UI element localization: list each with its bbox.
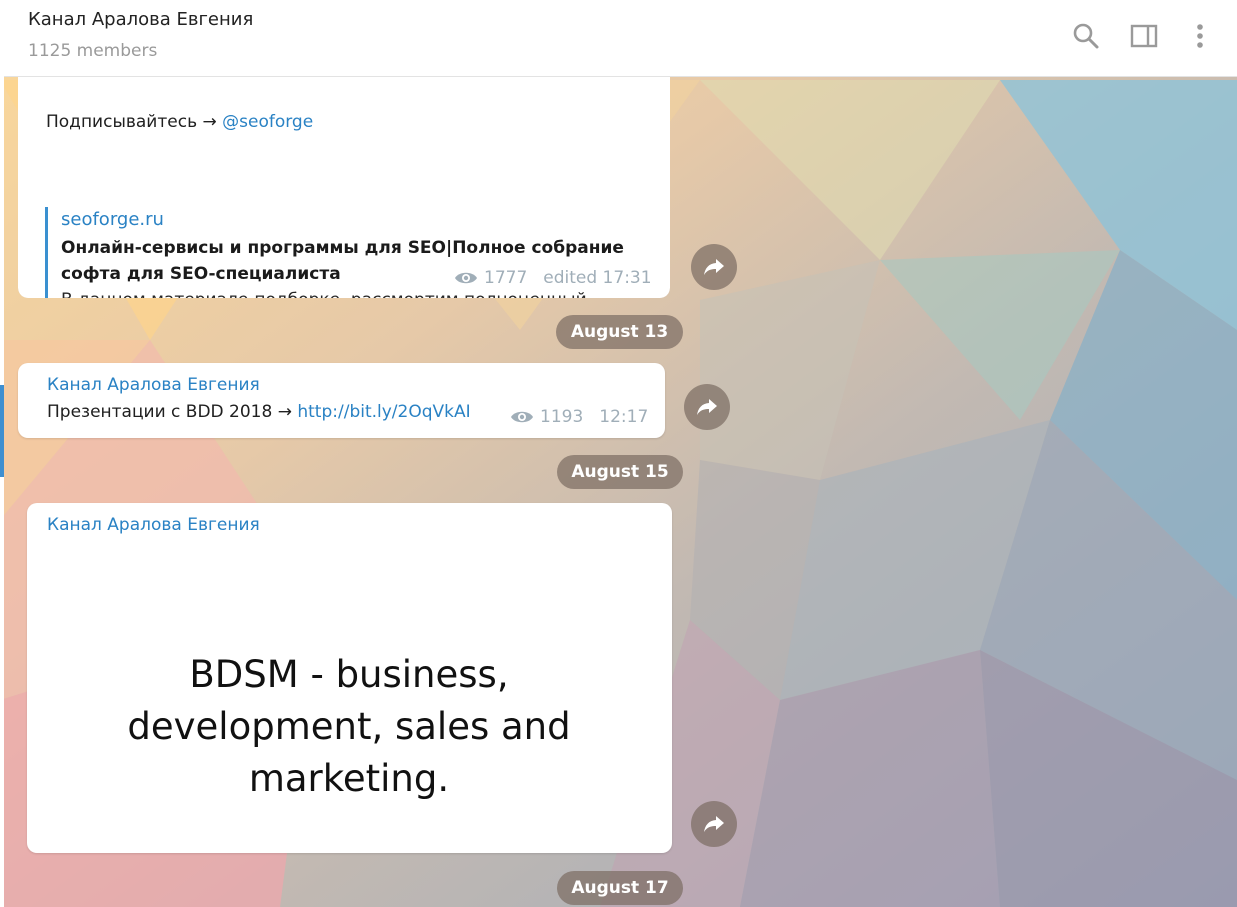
message-bubble: Канал Аралова Евгения BDSM - business, d… xyxy=(27,503,672,853)
views-count: 1777 xyxy=(484,268,528,288)
url-link[interactable]: http://bit.ly/2OqVkAI xyxy=(297,402,470,422)
sidebar-toggle-icon[interactable] xyxy=(1129,20,1159,52)
message-time: edited 17:31 xyxy=(543,268,652,288)
message-meta: 1777 edited 17:31 xyxy=(454,268,652,288)
channel-member-count: 1125 members xyxy=(28,41,158,61)
views-count: 1193 xyxy=(540,407,584,427)
message-text: Презентации с BDD 2018 → http://bit.ly/2… xyxy=(47,402,471,422)
mention-link[interactable]: @seoforge xyxy=(222,112,313,132)
preview-site-name[interactable]: seoforge.ru xyxy=(61,209,164,230)
date-separator: August 15 xyxy=(557,455,683,489)
message-author[interactable]: Канал Аралова Евгения xyxy=(47,375,260,395)
message-text-prefix: Подписывайтесь → xyxy=(46,112,223,132)
share-button[interactable] xyxy=(691,244,737,290)
message-text: Подписывайтесь → @seoforge xyxy=(46,112,313,132)
share-button[interactable] xyxy=(684,384,730,430)
search-icon[interactable] xyxy=(1071,20,1101,52)
share-arrow-icon xyxy=(704,259,724,275)
message-author[interactable]: Канал Аралова Евгения xyxy=(47,515,260,535)
views-eye-icon xyxy=(510,409,534,425)
date-separator: August 13 xyxy=(556,315,683,349)
chat-header: Канал Аралова Евгения 1125 members xyxy=(4,0,1237,77)
message-bubble: Канал Аралова Евгения Презентации с BDD … xyxy=(18,363,665,438)
views-eye-icon xyxy=(454,270,478,286)
message-text-prefix: Презентации с BDD 2018 → xyxy=(47,402,298,422)
share-arrow-icon xyxy=(704,816,724,832)
left-panel-accent xyxy=(0,385,4,477)
message-meta: 1193 12:17 xyxy=(510,407,648,427)
photo-image-text[interactable]: BDSM - business, development, sales and … xyxy=(69,649,629,805)
share-arrow-icon xyxy=(697,399,717,415)
message-time: 12:17 xyxy=(599,407,649,427)
channel-title[interactable]: Канал Аралова Евгения xyxy=(28,9,253,30)
share-button[interactable] xyxy=(691,801,737,847)
more-vertical-icon[interactable] xyxy=(1185,20,1215,52)
message-bubble: Подписывайтесь → @seoforge seoforge.ru О… xyxy=(18,77,670,298)
date-separator: August 17 xyxy=(557,871,683,905)
